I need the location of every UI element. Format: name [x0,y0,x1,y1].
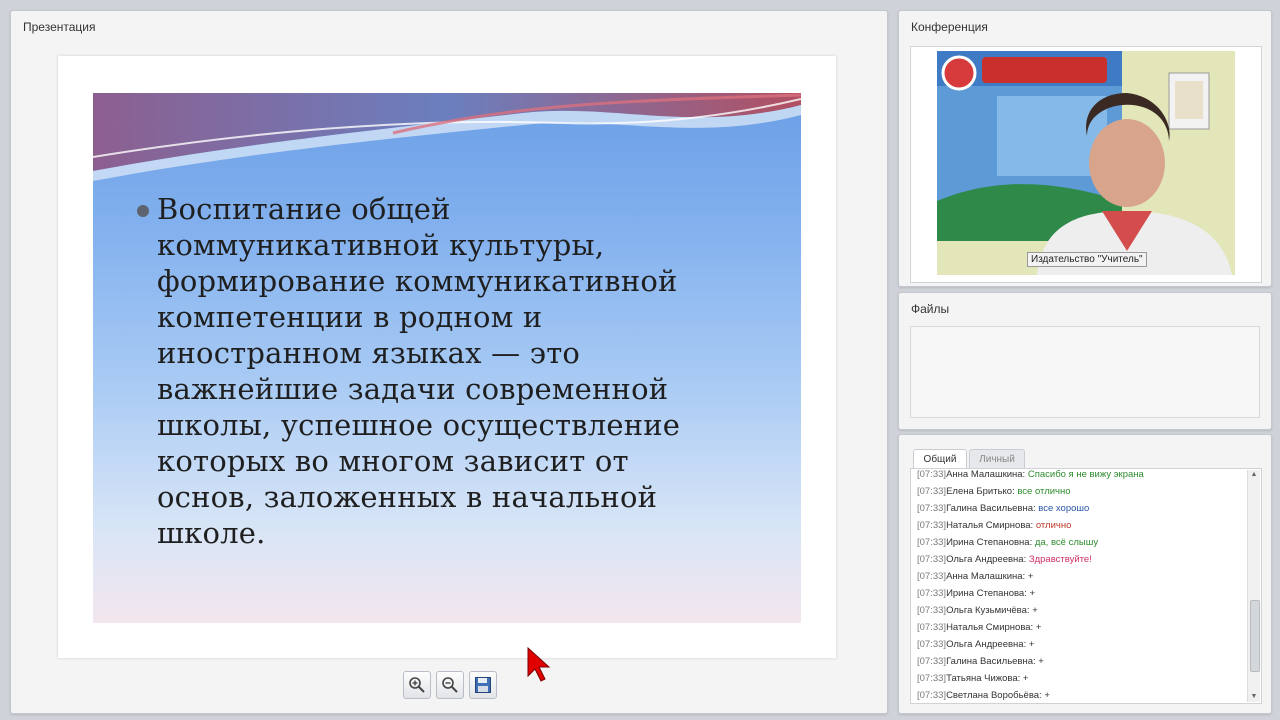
chat-message-text: + [1027,571,1034,582]
scroll-thumb[interactable] [1250,600,1260,672]
chat-message: [07:33]Ирина Степанова: + [917,585,1242,602]
save-button[interactable] [469,671,497,699]
chat-message: [07:33]Ольга Андреевна: + [917,636,1242,653]
bullet-icon [137,205,149,217]
chat-message-author: Галина Васильевна: [946,503,1036,514]
tab-general[interactable]: Общий [913,449,967,469]
scroll-up-icon[interactable]: ▲ [1250,471,1258,479]
chat-message-list: [07:33]Анна Малашкина: Спасибо я не вижу… [917,469,1242,703]
mouse-pointer-icon [527,646,551,682]
chat-message-text: + [1044,690,1050,701]
chat-message: [07:33]Татьяна Чижова: + [917,670,1242,687]
chat-message: [07:33]Анна Малашкина: + [917,568,1242,585]
conference-title: Конференция [911,20,988,34]
chat-message-text: Спасибо я не вижу экрана [1027,469,1144,480]
slide-text-line: которых во многом зависит от [157,444,629,478]
chat-message-author: Светлана Воробьёва: [946,690,1042,701]
zoom-in-icon [409,677,425,693]
chat-message-author: Ольга Андреевна: [946,554,1027,565]
slide-text-line: коммуникативной культуры, [157,228,605,262]
chat-message: [07:33]Ирина Степановна: да, всё слышу [917,534,1242,551]
chat-message-time: [07:33] [917,571,947,582]
chat-message-author: Ирина Степанова: [946,588,1027,599]
chat-message-author: Анна Малашкина: [946,469,1026,480]
files-title: Файлы [911,302,950,316]
chat-message-time: [07:33] [917,639,947,650]
chat-panel: Общий Личный [07:33]Анна Малашкина: Спас… [898,434,1272,714]
presentation-title: Презентация [23,20,96,34]
chat-message-text: + [1035,622,1042,633]
chat-message: [07:33]Елена Бритько: все отлично [917,483,1242,500]
chat-message-text: да, всё слышу [1034,537,1099,548]
slide-body-text: Воспитание общей коммуникативной культуры… [157,191,767,551]
chat-message-author: Анна Малашкина: [946,571,1026,582]
slide-text-line: Воспитание общей [157,192,451,226]
chat-message-author: Татьяна Чижова: [946,673,1021,684]
slide-text-line: компетенции в родном и [157,300,543,334]
slide-text-line: формирование коммуникативной [157,264,678,298]
slide-text-line: основ, заложенных в начальной [157,480,658,514]
chat-message-time: [07:33] [917,588,947,599]
chat-message-text: + [1032,605,1038,616]
slide-frame: Воспитание общей коммуникативной культуры… [58,56,836,682]
slide-text-line: школе. [157,516,266,550]
chat-message-text: отлично [1035,520,1072,531]
scroll-down-icon[interactable]: ▼ [1250,693,1258,701]
chat-message-text: все отлично [1017,486,1071,497]
video-caption: Издательство "Учитель" [1027,252,1147,267]
chat-message-time: [07:33] [917,656,947,667]
chat-message: [07:33]Ольга Андреевна: Здравствуйте! [917,551,1242,568]
chat-message: [07:33]Светлана Воробьёва: + [917,687,1242,703]
conference-panel: Конференция Издательство "Учитель" [898,10,1272,287]
chat-message-author: Наталья Смирнова: [946,622,1034,633]
webcam-video[interactable]: Издательство "Учитель" [937,51,1235,275]
chat-message-text: + [1022,673,1029,684]
chat-message-text: + [1038,656,1044,667]
slide-text-line: важнейшие задачи современной [157,372,669,406]
chat-message-time: [07:33] [917,486,947,497]
slide-text-line: иностранном языках — это [157,336,581,370]
chat-scrollbar[interactable]: ▲ ▼ [1247,470,1260,702]
chat-message-time: [07:33] [917,503,947,514]
zoom-in-button[interactable] [403,671,431,699]
video-container: Издательство "Учитель" [910,46,1262,283]
files-list [910,326,1260,418]
chat-message-author: Ольга Андреевна: [946,639,1027,650]
chat-message-time: [07:33] [917,673,947,684]
chat-message-author: Ольга Кузьмичёва: [946,605,1030,616]
files-panel: Файлы [898,292,1272,430]
chat-message-author: Елена Бритько: [946,486,1015,497]
presentation-panel: Презентация Воспитание общей коммуникатив… [10,10,888,714]
chat-message-time: [07:33] [917,520,947,531]
presentation-toolbar [401,671,511,699]
chat-message-time: [07:33] [917,690,947,701]
chat-message-text: Здравствуйте! [1028,554,1092,565]
chat-message: [07:33]Анна Малашкина: Спасибо я не вижу… [917,469,1242,483]
floppy-disk-icon [475,677,491,693]
chat-message-text: все хорошо [1038,503,1090,514]
slide: Воспитание общей коммуникативной культуры… [93,93,801,623]
slide-wave-decoration [93,93,801,181]
webcam-frame [937,51,1235,275]
chat-message-time: [07:33] [917,605,947,616]
tab-private[interactable]: Личный [969,449,1025,469]
chat-message-text: + [1029,588,1036,599]
chat-message-text: + [1028,639,1035,650]
slide-text-line: школы, успешное осуществление [157,408,681,442]
chat-message-time: [07:33] [917,537,947,548]
chat-message: [07:33]Галина Васильевна: все хорошо [917,500,1242,517]
zoom-out-button[interactable] [436,671,464,699]
chat-message: [07:33]Ольга Кузьмичёва: + [917,602,1242,619]
chat-message: [07:33]Наталья Смирнова: отлично [917,517,1242,534]
chat-message: [07:33]Наталья Смирнова: + [917,619,1242,636]
chat-message-author: Ирина Степановна: [946,537,1033,548]
chat-message-author: Галина Васильевна: [946,656,1036,667]
chat-log[interactable]: [07:33]Анна Малашкина: Спасибо я не вижу… [910,468,1262,704]
chat-message: [07:33]Галина Васильевна: + [917,653,1242,670]
chat-message-author: Наталья Смирнова: [946,520,1034,531]
chat-message-time: [07:33] [917,622,947,633]
chat-message-time: [07:33] [917,554,947,565]
chat-message-time: [07:33] [917,469,947,480]
zoom-out-icon [442,677,458,693]
